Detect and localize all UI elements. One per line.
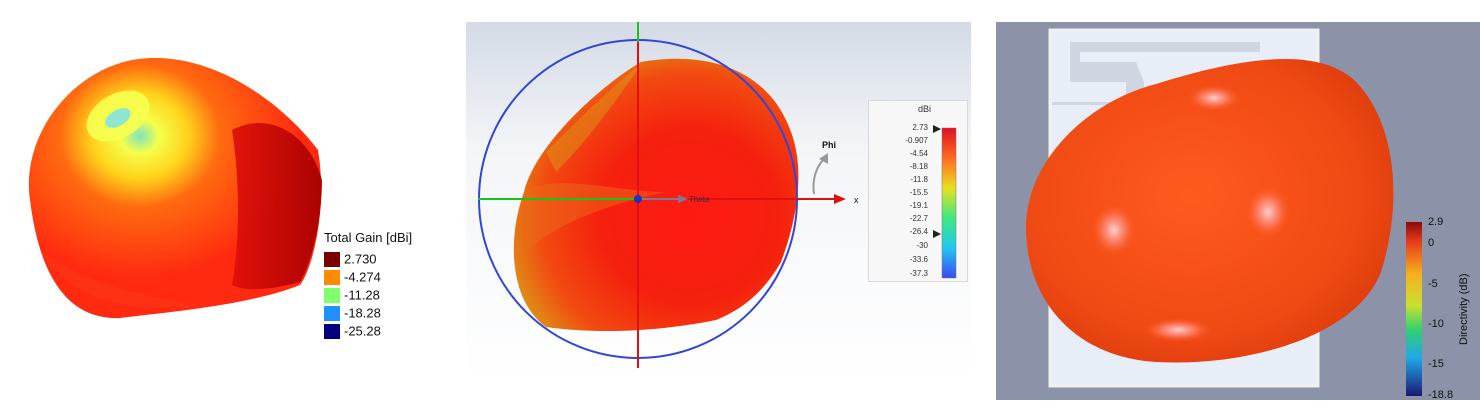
legend-swatch — [324, 324, 340, 340]
legend-label: -4.274 — [344, 269, 381, 285]
legend-label: 2.730 — [344, 251, 377, 267]
gain-pattern-view-1: Total Gain [dBi] 2.730 -4.274 -11.28 -18… — [0, 0, 440, 414]
legend-item: -11.28 — [324, 287, 380, 304]
legend-item: -4.274 — [324, 269, 381, 286]
colorbar-tick: -33.6 — [909, 255, 928, 264]
colorbar-tick: -5 — [1428, 278, 1438, 290]
legend-swatch — [324, 252, 340, 268]
colorbar-tick: -18.8 — [1428, 389, 1454, 401]
colorbar-tick: -15 — [1428, 358, 1444, 370]
theta-label: Theta — [689, 195, 710, 204]
colorbar-unit: dBi — [918, 104, 932, 114]
colorbar-tick: -37.3 — [909, 269, 928, 278]
legend-label: -18.28 — [344, 305, 381, 321]
colorbar-tick: 2.73 — [912, 123, 928, 132]
farfield-colorbar — [941, 127, 957, 279]
legend-swatch — [324, 288, 340, 304]
colorbar-tick: -4.54 — [909, 149, 928, 158]
legend-item: 2.730 — [324, 251, 377, 268]
phi-label: Phi — [822, 140, 836, 150]
colorbar-tick: 0 — [1428, 237, 1435, 249]
legend-title: Total Gain [dBi] — [324, 230, 413, 245]
colorbar-markers — [933, 125, 941, 238]
colorbar-tick: -0.907 — [905, 136, 928, 145]
legend-swatch — [324, 306, 340, 322]
gain-pattern-3d-shape — [28, 57, 322, 319]
colorbar-tick: -22.7 — [909, 214, 928, 223]
colorbar-tick: -8.18 — [909, 162, 928, 171]
colorbar-tick: -10 — [1428, 318, 1444, 330]
legend-item: -18.28 — [324, 305, 381, 322]
colorbar-label: Directivity (dB) — [1458, 273, 1470, 345]
legend-label: -25.28 — [344, 323, 381, 339]
colorbar-tick: -30 — [916, 241, 928, 250]
legend-item: -25.28 — [324, 323, 381, 340]
x-axis-label: x — [854, 195, 859, 205]
colorbar-tick: -26.4 — [909, 227, 928, 236]
colorbar-tick: -15.5 — [909, 188, 928, 197]
directivity-colorbar — [1406, 222, 1422, 396]
legend-label: -11.28 — [344, 287, 380, 303]
legend-swatch — [324, 270, 340, 286]
colorbar-tick: 2.9 — [1428, 216, 1444, 228]
colorbar-tick: -11.8 — [910, 175, 928, 184]
colorbar-tick: -19.1 — [909, 201, 928, 210]
